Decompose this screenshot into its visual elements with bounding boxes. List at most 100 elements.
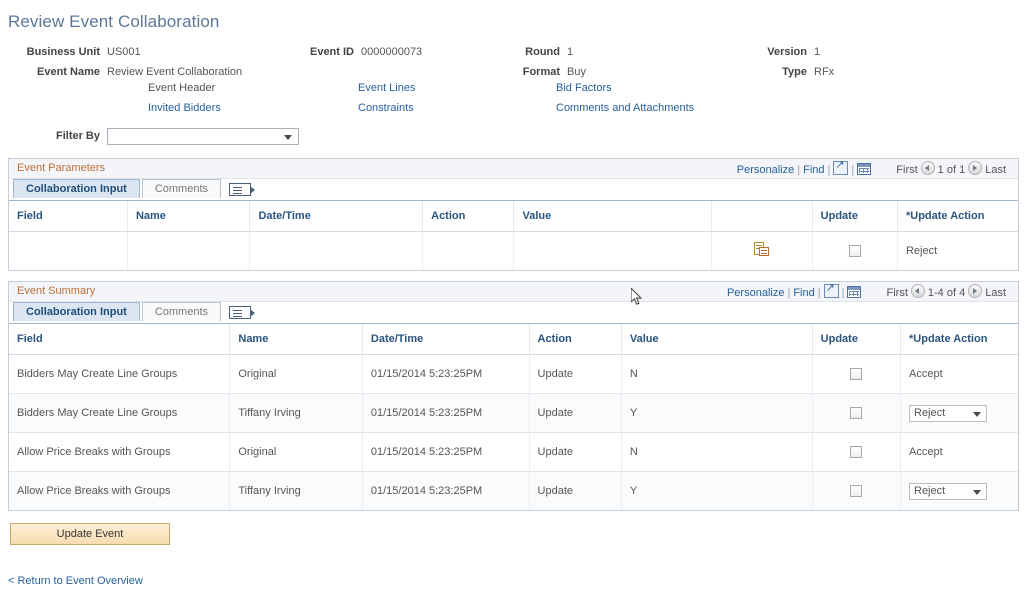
footer-button-row: Update Event <box>10 523 1027 545</box>
chevron-down-icon <box>284 135 292 140</box>
round-label: Round <box>516 42 560 62</box>
cell-update-checkbox <box>812 433 900 472</box>
event-summary-table: Field Name Date/Time Action Value Update… <box>9 324 1018 510</box>
col-field[interactable]: Field <box>9 201 127 232</box>
col-update[interactable]: Update <box>812 324 900 355</box>
link-comments-and-attachments[interactable]: Comments and Attachments <box>556 102 694 114</box>
header-column-eventid: Event ID0000000073 <box>300 42 422 62</box>
cell-value: N <box>621 355 812 394</box>
col-update-action[interactable]: *Update Action <box>897 201 1018 232</box>
previous-page-icon[interactable] <box>921 161 935 175</box>
col-datetime[interactable]: Date/Time <box>250 201 423 232</box>
tab-comments-parameters[interactable]: Comments <box>142 179 221 198</box>
col-update[interactable]: Update <box>812 201 897 232</box>
link-event-lines[interactable]: Event Lines <box>358 82 415 94</box>
col-field[interactable]: Field <box>9 324 230 355</box>
personalize-link-parameters[interactable]: Personalize <box>737 164 794 176</box>
round-value: 1 <box>560 42 573 62</box>
cell-datetime: 01/15/2014 5:23:25PM <box>362 433 529 472</box>
table-header-row: Field Name Date/Time Action Value Update… <box>9 201 1018 232</box>
download-to-spreadsheet-icon[interactable] <box>847 286 861 298</box>
return-to-event-overview-link[interactable]: < Return to Event Overview <box>8 575 143 587</box>
cell-datetime: 01/15/2014 5:23:25PM <box>362 472 529 511</box>
first-label-summary[interactable]: First <box>887 287 908 299</box>
update-action-select[interactable]: Reject <box>909 405 987 422</box>
row-count-parameters: 1 of 1 <box>938 164 966 176</box>
row-count-summary: 1-4 of 4 <box>928 287 965 299</box>
round-row: Round1 <box>516 42 586 62</box>
find-link-summary[interactable]: Find <box>793 287 814 299</box>
last-label-parameters[interactable]: Last <box>985 164 1006 176</box>
event-parameters-toolbar: Personalize|Find|| First1 of 1Last <box>737 161 1006 176</box>
chevron-down-icon <box>973 490 981 495</box>
cell-update-action: Reject <box>897 232 1018 271</box>
event-parameters-grid: Event Parameters Personalize|Find|| Firs… <box>8 158 1019 271</box>
col-value[interactable]: Value <box>514 201 712 232</box>
download-to-spreadsheet-icon[interactable] <box>857 163 871 175</box>
type-value: RFx <box>807 62 834 82</box>
cell-action: Update <box>529 433 621 472</box>
cell-name: Original <box>230 433 363 472</box>
link-invited-bidders[interactable]: Invited Bidders <box>148 102 221 114</box>
tab-collaboration-input-summary[interactable]: Collaboration Input <box>13 302 140 321</box>
col-blank <box>712 201 812 232</box>
open-in-new-window-icon[interactable] <box>824 284 839 298</box>
next-page-icon[interactable] <box>968 161 982 175</box>
event-id-value: 0000000073 <box>354 42 422 62</box>
col-name[interactable]: Name <box>230 324 363 355</box>
event-summary-toolbar: Personalize|Find|| First1-4 of 4Last <box>727 284 1006 299</box>
format-row: FormatBuy <box>516 62 586 82</box>
col-action[interactable]: Action <box>423 201 514 232</box>
cell-action: Update <box>529 355 621 394</box>
update-checkbox[interactable] <box>850 446 862 458</box>
table-row: Allow Price Breaks with GroupsTiffany Ir… <box>9 472 1018 511</box>
comments-document-icon[interactable] <box>754 242 769 257</box>
update-action-select[interactable]: Reject <box>909 483 987 500</box>
link-bid-factors[interactable]: Bid Factors <box>556 82 612 94</box>
event-summary-body: Bidders May Create Line GroupsOriginal01… <box>9 355 1018 511</box>
personalize-link-summary[interactable]: Personalize <box>727 287 784 299</box>
link-event-header[interactable]: Event Header <box>148 82 215 94</box>
header-column-version: Version1 TypeRFx <box>755 42 834 82</box>
next-page-icon[interactable] <box>968 284 982 298</box>
update-checkbox[interactable] <box>849 245 861 257</box>
last-label-summary[interactable]: Last <box>985 287 1006 299</box>
tab-comments-summary[interactable]: Comments <box>142 302 221 321</box>
show-all-columns-icon[interactable] <box>229 183 251 196</box>
open-in-new-window-icon[interactable] <box>833 161 848 175</box>
link-comments-attachments-wrap: Comments and Attachments <box>556 102 694 114</box>
link-invited-bidders-wrap: Invited Bidders <box>148 102 221 114</box>
col-action[interactable]: Action <box>529 324 621 355</box>
filter-by-select[interactable] <box>107 128 299 145</box>
find-link-parameters[interactable]: Find <box>803 164 824 176</box>
chevron-down-icon <box>973 412 981 417</box>
event-summary-title: Event Summary <box>9 282 95 297</box>
col-name[interactable]: Name <box>127 201 249 232</box>
cell-value <box>514 232 712 271</box>
cell-field: Allow Price Breaks with Groups <box>9 433 230 472</box>
col-value[interactable]: Value <box>621 324 812 355</box>
previous-page-icon[interactable] <box>911 284 925 298</box>
toolbar-separator: | <box>848 164 857 176</box>
first-label-parameters[interactable]: First <box>896 164 917 176</box>
update-event-button[interactable]: Update Event <box>10 523 170 545</box>
cell-update-action: Accept <box>901 355 1019 394</box>
update-checkbox[interactable] <box>850 407 862 419</box>
cell-update-action: Accept <box>901 433 1019 472</box>
business-unit-row: Business UnitUS001 <box>8 42 242 62</box>
show-all-columns-icon[interactable] <box>229 306 251 319</box>
col-datetime[interactable]: Date/Time <box>362 324 529 355</box>
update-checkbox[interactable] <box>850 485 862 497</box>
version-value: 1 <box>807 42 820 62</box>
cell-field: Bidders May Create Line Groups <box>9 355 230 394</box>
tab-collaboration-input-parameters[interactable]: Collaboration Input <box>13 179 140 198</box>
update-checkbox[interactable] <box>850 368 862 380</box>
toolbar-separator: | <box>794 164 803 176</box>
cell-doc-icon <box>712 232 812 271</box>
link-constraints[interactable]: Constraints <box>358 102 414 114</box>
col-update-action[interactable]: *Update Action <box>901 324 1019 355</box>
event-summary-grid: Event Summary Personalize|Find|| First1-… <box>8 281 1019 511</box>
table-row: Reject <box>9 232 1018 271</box>
cell-name: Original <box>230 355 363 394</box>
cell-value: Y <box>621 472 812 511</box>
